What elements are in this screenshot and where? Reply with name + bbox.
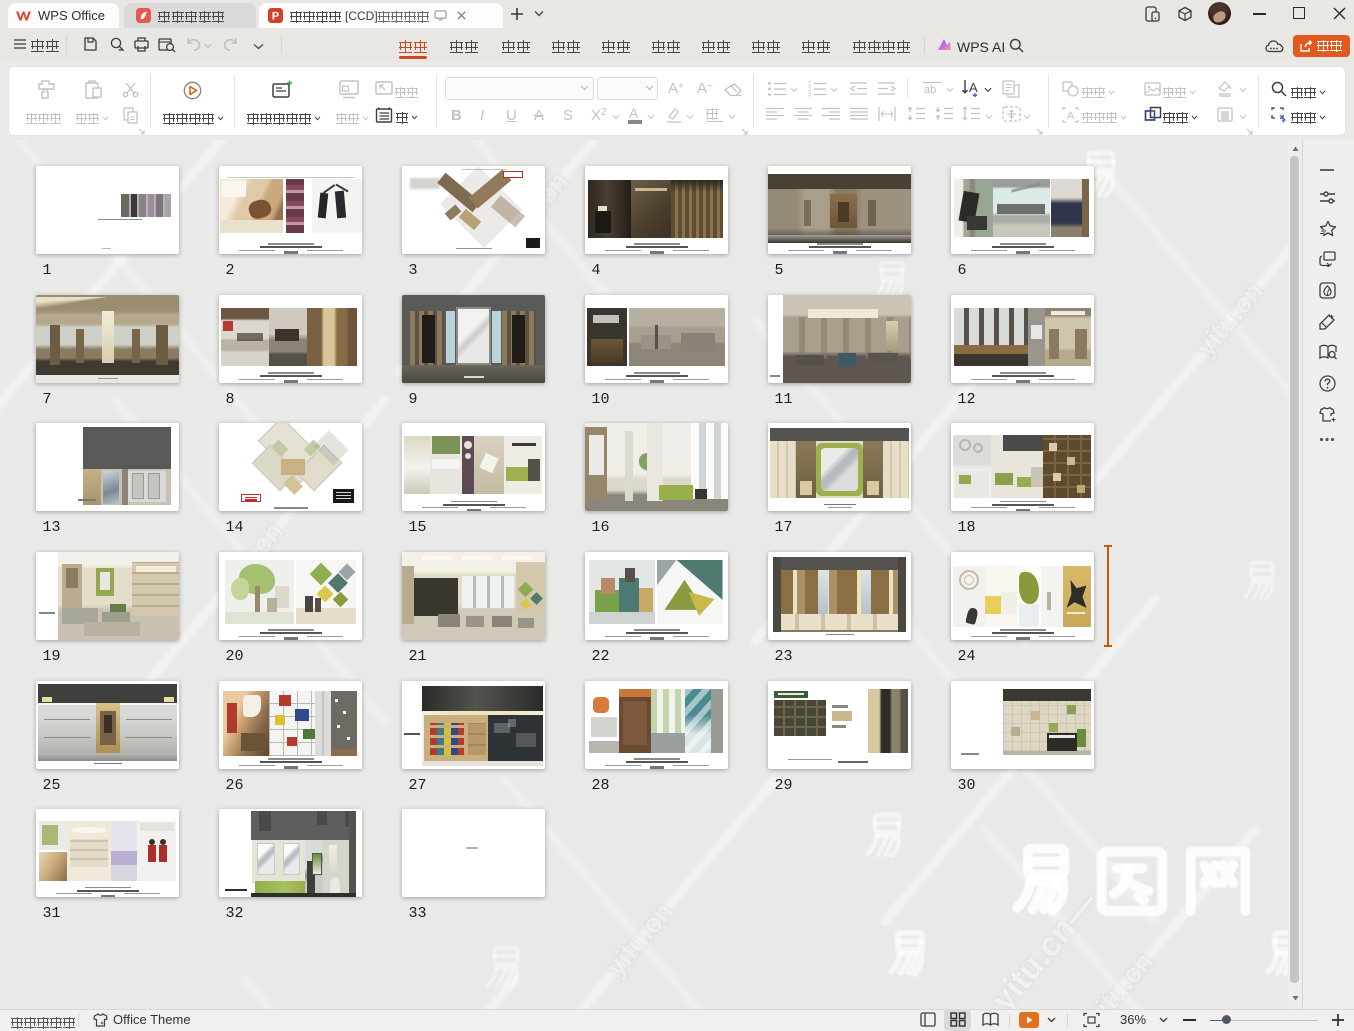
svg-text:A: A [969,80,978,95]
svg-text:A: A [1067,110,1075,122]
svg-text:P: P [272,11,280,23]
svg-text:ab: ab [924,84,936,96]
svg-text:3: 3 [808,93,812,98]
